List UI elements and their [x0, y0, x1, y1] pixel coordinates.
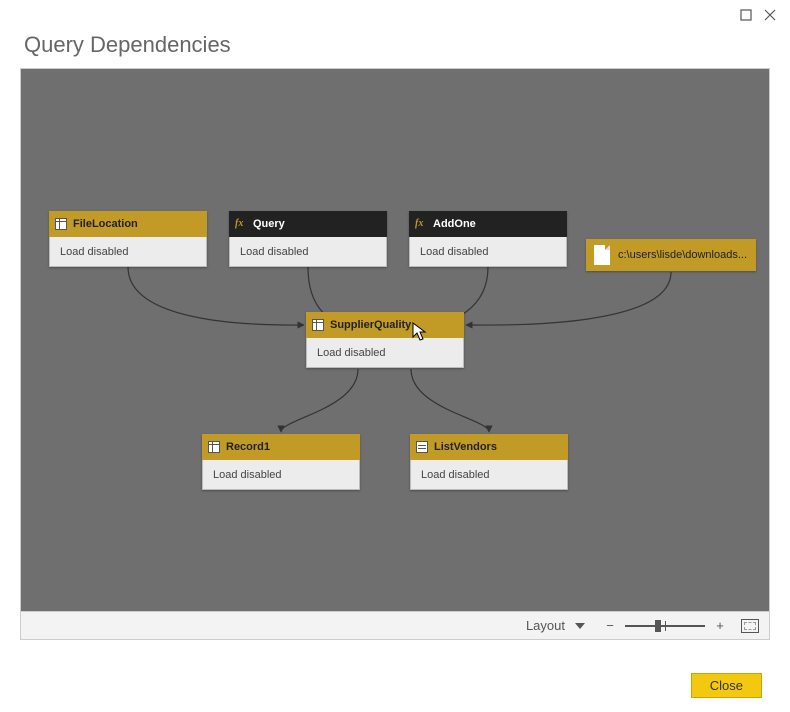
- node-header: SupplierQuality: [306, 312, 464, 338]
- fit-to-screen-button[interactable]: [741, 619, 759, 633]
- node-header: fx AddOne: [409, 211, 567, 237]
- node-header: fx Query: [229, 211, 387, 237]
- maximize-button[interactable]: [734, 3, 758, 27]
- list-icon: [416, 441, 428, 453]
- dialog-title: Query Dependencies: [0, 30, 790, 68]
- canvas-wrap: FileLocation Load disabled fx Query Load…: [20, 68, 770, 640]
- zoom-slider[interactable]: [625, 618, 705, 634]
- node-title: Record1: [226, 441, 270, 453]
- node-header: ListVendors: [410, 434, 568, 460]
- node-header: Record1: [202, 434, 360, 460]
- node-title: ListVendors: [434, 441, 497, 453]
- node-query[interactable]: fx Query Load disabled: [229, 211, 387, 267]
- layout-label: Layout: [526, 618, 565, 633]
- file-path: c:\users\lisde\downloads...: [618, 249, 747, 261]
- table-icon: [55, 218, 67, 230]
- zoom-in-button[interactable]: +: [713, 618, 727, 633]
- node-status: Load disabled: [202, 460, 360, 490]
- node-status: Load disabled: [49, 237, 207, 267]
- node-title: SupplierQuality: [330, 319, 411, 331]
- node-status: Load disabled: [306, 338, 464, 368]
- node-status: Load disabled: [409, 237, 567, 267]
- node-status: Load disabled: [229, 237, 387, 267]
- statusbar: Layout − +: [21, 611, 769, 639]
- file-icon: [594, 245, 610, 265]
- node-title: FileLocation: [73, 218, 138, 230]
- close-window-button[interactable]: [758, 3, 782, 27]
- layout-dropdown-icon[interactable]: [575, 623, 585, 629]
- fx-icon: fx: [415, 218, 427, 230]
- zoom-out-button[interactable]: −: [603, 618, 617, 633]
- node-title: Query: [253, 218, 285, 230]
- dependency-canvas[interactable]: FileLocation Load disabled fx Query Load…: [21, 69, 769, 611]
- node-title: AddOne: [433, 218, 476, 230]
- node-listvendors[interactable]: ListVendors Load disabled: [410, 434, 568, 490]
- fx-icon: fx: [235, 218, 247, 230]
- node-status: Load disabled: [410, 460, 568, 490]
- close-button[interactable]: Close: [691, 673, 762, 698]
- node-addone[interactable]: fx AddOne Load disabled: [409, 211, 567, 267]
- node-filelocation[interactable]: FileLocation Load disabled: [49, 211, 207, 267]
- node-file-source[interactable]: c:\users\lisde\downloads...: [586, 239, 756, 271]
- node-record1[interactable]: Record1 Load disabled: [202, 434, 360, 490]
- table-icon: [312, 319, 324, 331]
- table-icon: [208, 441, 220, 453]
- node-supplierquality[interactable]: SupplierQuality Load disabled: [306, 312, 464, 368]
- node-header: FileLocation: [49, 211, 207, 237]
